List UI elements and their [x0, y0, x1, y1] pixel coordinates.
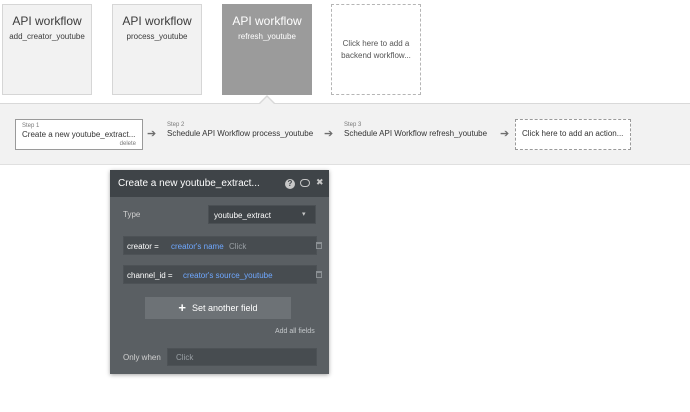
field-row-channel-id[interactable]: channel_id = creator's source_youtube — [123, 265, 317, 284]
trash-icon[interactable] — [316, 242, 322, 249]
workflow-card-name: refresh_youtube — [238, 32, 296, 41]
field-value[interactable]: creator's name — [171, 242, 224, 251]
workflow-card-title: API workflow — [12, 14, 82, 28]
step-2-card[interactable]: Step 2 Schedule API Workflow process_you… — [161, 119, 321, 150]
chevron-down-icon: ▾ — [302, 211, 306, 218]
type-select[interactable]: youtube_extract ▾ — [208, 205, 316, 224]
plus-icon: + — [178, 300, 187, 315]
action-property-panel: Create a new youtube_extract... ? ✖ Type… — [110, 170, 329, 374]
step-1-title: Create a new youtube_extract... — [22, 130, 136, 139]
workflow-card-refresh-youtube[interactable]: API workflow refresh_youtube — [222, 4, 312, 95]
step-arrow-icon: ➔ — [147, 128, 157, 140]
only-when-label: Only when — [123, 353, 161, 362]
add-backend-workflow-button[interactable]: Click here to add a backend workflow... — [331, 4, 421, 95]
set-another-field-button[interactable]: + Set another field — [145, 297, 291, 319]
workflow-card-process-youtube[interactable]: API workflow process_youtube — [112, 4, 202, 95]
type-select-value: youtube_extract — [214, 211, 271, 220]
close-icon[interactable]: ✖ — [316, 177, 324, 188]
help-icon[interactable]: ? — [285, 179, 295, 189]
step-1-card[interactable]: Step 1 Create a new youtube_extract... d… — [15, 119, 143, 150]
active-workflow-caret-fill — [260, 97, 274, 104]
add-action-button[interactable]: Click here to add an action... — [515, 119, 631, 150]
workflow-card-name: add_creator_youtube — [9, 32, 85, 41]
trash-icon[interactable] — [316, 271, 322, 278]
panel-header: Create a new youtube_extract... ? ✖ — [110, 170, 329, 197]
step-3-title: Schedule API Workflow refresh_youtube — [344, 129, 488, 138]
step-3-label: Step 3 — [344, 122, 362, 128]
step-2-label: Step 2 — [167, 122, 185, 128]
field-row-creator[interactable]: creator = creator's name Click — [123, 236, 317, 255]
comment-icon[interactable] — [300, 179, 310, 187]
field-key: channel_id = — [127, 271, 173, 280]
workflow-card-title: API workflow — [122, 14, 192, 28]
add-all-fields-link[interactable]: Add all fields — [275, 328, 315, 335]
step-1-label: Step 1 — [22, 123, 40, 129]
step-3-card[interactable]: Step 3 Schedule API Workflow refresh_you… — [338, 119, 498, 150]
field-key: creator = — [127, 242, 159, 251]
panel-title: Create a new youtube_extract... — [118, 178, 260, 189]
step-arrow-icon: ➔ — [500, 128, 510, 140]
add-action-label: Click here to add an action... — [522, 129, 624, 138]
step-arrow-icon: ➔ — [324, 128, 334, 140]
field-click-hint[interactable]: Click — [229, 242, 246, 251]
type-label: Type — [123, 210, 141, 219]
step-1-delete-link[interactable]: delete — [120, 141, 136, 147]
set-another-field-label: Set another field — [192, 303, 258, 313]
workflow-card-title: API workflow — [232, 14, 302, 28]
only-when-placeholder: Click — [176, 353, 194, 362]
workflow-card-add-creator-youtube[interactable]: API workflow add_creator_youtube — [2, 4, 92, 95]
step-2-title: Schedule API Workflow process_youtube — [167, 129, 314, 138]
field-value[interactable]: creator's source_youtube — [183, 271, 273, 280]
only-when-input[interactable]: Click — [167, 348, 317, 366]
workflow-card-name: process_youtube — [126, 32, 188, 41]
add-backend-workflow-label: Click here to add a backend workflow... — [341, 38, 411, 60]
